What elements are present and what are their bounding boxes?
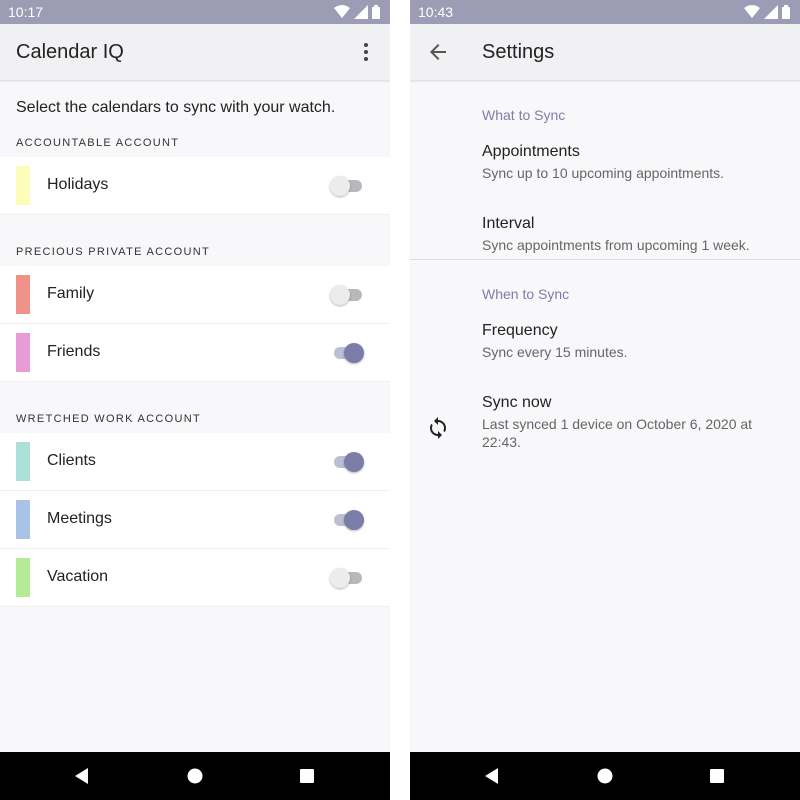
setting-summary: Sync up to 10 upcoming appointments. [482,165,725,181]
vacation-sync-toggle[interactable] [330,567,364,589]
calendar-color-swatch [16,333,30,372]
calendar-color-swatch [16,558,30,597]
wifi-icon [334,5,350,18]
app-title: Calendar IQ [16,41,124,63]
setting-title: Appointments [482,143,580,160]
cell-signal-icon [764,5,778,19]
app-bar: Settings [410,24,800,81]
account-section: WRETCHED WORK ACCOUNT Clients Meetings V… [0,406,390,607]
friends-sync-toggle[interactable] [330,342,364,364]
arrow-back-icon[interactable] [426,40,450,64]
calendar-row-holidays[interactable]: Holidays [0,157,390,215]
calendar-screen: 10:17 Calendar IQ Select the calendars t… [0,0,390,800]
account-header: ACCOUNTABLE ACCOUNT [16,137,180,149]
calendar-row-vacation[interactable]: Vacation [0,549,390,607]
calendar-label: Family [47,285,95,302]
meetings-sync-toggle[interactable] [330,509,364,531]
status-time: 10:43 [418,4,454,20]
holidays-sync-toggle[interactable] [330,175,364,197]
when-to-sync-header: When to Sync [482,286,570,302]
sync-instruction: Select the calendars to sync with your w… [16,99,336,116]
setting-summary: Last synced 1 device on October 6, 2020 … [482,416,753,450]
status-bar: 10:43 [410,0,800,24]
calendar-label: Vacation [47,568,109,585]
sync-now-setting[interactable]: Sync now Last synced 1 device on October… [410,394,800,464]
account-header: PRECIOUS PRIVATE ACCOUNT [16,246,210,258]
account-section: PRECIOUS PRIVATE ACCOUNT Family Friends [0,239,390,382]
home-circle-icon[interactable] [597,768,613,784]
sync-icon [430,417,446,439]
setting-summary: Sync every 15 minutes. [482,344,628,360]
interval-setting[interactable]: Interval Sync appointments from upcoming… [410,215,800,259]
battery-icon [372,5,380,19]
more-vert-icon[interactable] [354,40,378,64]
calendar-label: Friends [47,343,101,360]
status-time: 10:17 [8,4,44,20]
setting-title: Frequency [482,322,558,339]
battery-icon [782,5,790,19]
back-triangle-icon[interactable] [74,768,90,784]
calendar-row-clients[interactable]: Clients [0,433,390,491]
calendar-row-meetings[interactable]: Meetings [0,491,390,549]
account-header: WRETCHED WORK ACCOUNT [16,413,201,425]
recents-square-icon[interactable] [709,768,725,784]
calendar-label: Meetings [47,510,112,527]
calendar-row-family[interactable]: Family [0,266,390,324]
navigation-bar [0,752,390,800]
cell-signal-icon [354,5,368,19]
back-triangle-icon[interactable] [484,768,500,784]
settings-title: Settings [482,41,555,63]
status-bar: 10:17 [0,0,390,24]
calendar-label: Holidays [47,176,109,193]
calendar-color-swatch [16,442,30,481]
clients-sync-toggle[interactable] [330,451,364,473]
recents-square-icon[interactable] [299,768,315,784]
calendar-color-swatch [16,166,30,205]
account-section: ACCOUNTABLE ACCOUNT Holidays [0,130,390,215]
setting-title: Sync now [482,394,552,411]
frequency-setting[interactable]: Frequency Sync every 15 minutes. [410,322,800,394]
calendar-label: Clients [47,452,96,469]
what-to-sync-header: What to Sync [482,107,566,123]
setting-summary: Sync appointments from upcoming 1 week. [482,237,750,253]
calendar-row-friends[interactable]: Friends [0,324,390,382]
setting-title: Interval [482,215,535,232]
navigation-bar [410,752,800,800]
wifi-icon [744,5,760,18]
app-bar: Calendar IQ [0,24,390,81]
calendar-color-swatch [16,275,30,314]
settings-screen: 10:43 Settings What to Sync Appointments… [410,0,800,800]
appointments-setting[interactable]: Appointments Sync up to 10 upcoming appo… [410,143,800,215]
family-sync-toggle[interactable] [330,284,364,306]
home-circle-icon[interactable] [187,768,203,784]
calendar-color-swatch [16,500,30,539]
